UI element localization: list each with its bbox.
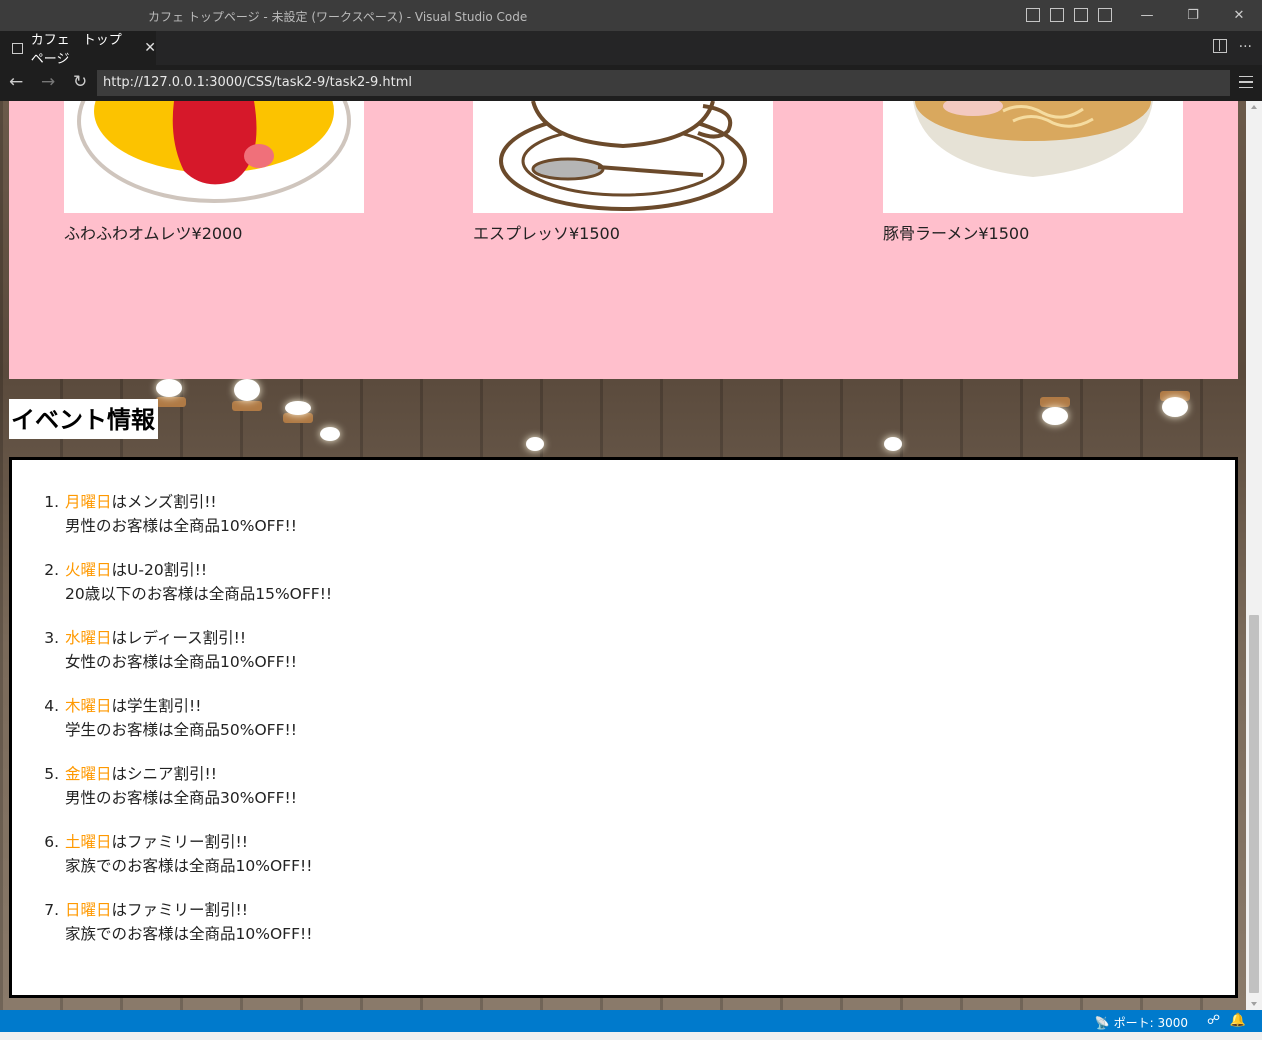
menu-item-ramen: 豚骨ラーメン¥1500 bbox=[883, 101, 1183, 244]
event-title: はファミリー割引!! bbox=[111, 901, 248, 919]
event-title: はU-20割引!! bbox=[111, 561, 208, 579]
broadcast-icon: 📡 bbox=[1094, 1016, 1114, 1030]
scroll-down-icon[interactable] bbox=[1251, 1002, 1257, 1006]
restore-icon[interactable]: ❐ bbox=[1170, 0, 1216, 31]
list-item: 6. 土曜日はファミリー割引!! 家族でのお客様は全商品10%OFF!! bbox=[38, 830, 1235, 878]
menu-panel: ふわふわオムレツ¥2000 エスプレッソ¥1500 豚骨ラーメン¥1500 bbox=[9, 101, 1238, 379]
toggle-panel-icon[interactable] bbox=[1050, 8, 1064, 22]
menu-item-omelette: ふわふわオムレツ¥2000 bbox=[64, 101, 364, 244]
tab-bar: カフェ トップページ ✕ ··· bbox=[0, 31, 1262, 67]
toggle-secondary-sidebar-icon[interactable] bbox=[1074, 8, 1088, 22]
lamp-decoration bbox=[320, 427, 340, 441]
list-item: 5. 金曜日はシニア割引!! 男性のお客様は全商品30%OFF!! bbox=[38, 762, 1235, 810]
feedback-icon[interactable]: ☍ bbox=[1207, 1013, 1220, 1028]
lamp-decoration bbox=[234, 379, 260, 401]
event-list-box: 1. 月曜日はメンズ割引!! 男性のお客様は全商品10%OFF!! 2. 火曜日は… bbox=[9, 457, 1238, 998]
status-bar: 📡 ポート: 3000 ☍ 🔔 bbox=[0, 1010, 1262, 1032]
event-day: 火曜日 bbox=[65, 561, 112, 579]
event-day: 水曜日 bbox=[65, 629, 112, 647]
page-scrollbar[interactable] bbox=[1246, 101, 1262, 1010]
menu-item-espresso: エスプレッソ¥1500 bbox=[473, 101, 773, 244]
list-number: 3. bbox=[44, 629, 59, 647]
scroll-thumb[interactable] bbox=[1249, 615, 1259, 993]
event-day: 日曜日 bbox=[65, 901, 112, 919]
layout-controls bbox=[1026, 8, 1112, 22]
event-list: 1. 月曜日はメンズ割引!! 男性のお客様は全商品10%OFF!! 2. 火曜日は… bbox=[12, 490, 1235, 946]
event-day: 土曜日 bbox=[65, 833, 112, 851]
editor-actions: ··· bbox=[1212, 39, 1252, 55]
event-detail: 学生のお客様は全商品50%OFF!! bbox=[65, 721, 297, 739]
list-item: 4. 木曜日は学生割引!! 学生のお客様は全商品50%OFF!! bbox=[38, 694, 1235, 742]
tab-cafe-top[interactable]: カフェ トップページ ✕ bbox=[0, 31, 156, 67]
event-title: は学生割引!! bbox=[111, 697, 202, 715]
lamp-decoration bbox=[1042, 407, 1068, 425]
list-number: 2. bbox=[44, 561, 59, 579]
list-number: 1. bbox=[44, 493, 59, 511]
close-window-icon[interactable]: ✕ bbox=[1216, 0, 1262, 31]
url-input[interactable]: http://127.0.0.1:3000/CSS/task2-9/task2-… bbox=[97, 70, 1230, 96]
menu-item-caption: ふわふわオムレツ¥2000 bbox=[64, 224, 243, 243]
notification-bell-icon[interactable]: 🔔 bbox=[1230, 1013, 1246, 1028]
port-indicator[interactable]: 📡 ポート: 3000 bbox=[1095, 1014, 1188, 1031]
lamp-decoration bbox=[1162, 397, 1188, 417]
taskbar-strip bbox=[0, 1032, 1262, 1040]
list-item: 1. 月曜日はメンズ割引!! 男性のお客様は全商品10%OFF!! bbox=[38, 490, 1235, 538]
toggle-sidebar-icon[interactable] bbox=[1026, 8, 1040, 22]
list-number: 6. bbox=[44, 833, 59, 851]
omelette-image bbox=[64, 101, 364, 213]
list-item: 2. 火曜日はU-20割引!! 20歳以下のお客様は全商品15%OFF!! bbox=[38, 558, 1235, 606]
tab-label: カフェ トップページ bbox=[30, 33, 122, 67]
title-bar: カフェ トップページ - 未設定 (ワークスペース) - Visual Stud… bbox=[0, 0, 1262, 31]
page-viewport: ふわふわオムレツ¥2000 エスプレッソ¥1500 豚骨ラーメン¥1500 イベ… bbox=[0, 101, 1262, 1010]
event-heading: イベント情報 bbox=[9, 399, 158, 439]
event-title: はメンズ割引!! bbox=[111, 493, 217, 511]
window-title: カフェ トップページ - 未設定 (ワークスペース) - Visual Stud… bbox=[148, 10, 528, 24]
event-title: はレディース割引!! bbox=[111, 629, 247, 647]
lamp-decoration bbox=[156, 397, 186, 407]
reload-icon[interactable]: ↻ bbox=[73, 72, 87, 92]
list-number: 4. bbox=[44, 697, 59, 715]
more-actions-icon[interactable]: ··· bbox=[1239, 39, 1252, 55]
back-icon[interactable]: ← bbox=[9, 72, 23, 92]
minimize-icon[interactable]: — bbox=[1124, 0, 1170, 31]
event-day: 金曜日 bbox=[65, 765, 112, 783]
lamp-decoration bbox=[285, 401, 311, 415]
event-detail: 家族でのお客様は全商品10%OFF!! bbox=[65, 925, 313, 943]
ramen-image bbox=[883, 101, 1183, 213]
event-detail: 家族でのお客様は全商品10%OFF!! bbox=[65, 857, 313, 875]
port-label: ポート: 3000 bbox=[1113, 1016, 1188, 1030]
event-title: はファミリー割引!! bbox=[111, 833, 248, 851]
menu-item-caption: 豚骨ラーメン¥1500 bbox=[883, 224, 1030, 243]
forward-icon[interactable]: → bbox=[41, 72, 55, 92]
list-item: 3. 水曜日はレディース割引!! 女性のお客様は全商品10%OFF!! bbox=[38, 626, 1235, 674]
event-day: 月曜日 bbox=[65, 493, 112, 511]
lamp-decoration bbox=[156, 379, 182, 397]
window-controls: — ❐ ✕ bbox=[1124, 0, 1262, 31]
menu-item-caption: エスプレッソ¥1500 bbox=[473, 224, 620, 243]
event-detail: 男性のお客様は全商品10%OFF!! bbox=[65, 517, 297, 535]
event-detail: 女性のお客様は全商品10%OFF!! bbox=[65, 653, 297, 671]
event-title: はシニア割引!! bbox=[111, 765, 217, 783]
list-number: 5. bbox=[44, 765, 59, 783]
split-editor-icon[interactable] bbox=[1212, 39, 1227, 53]
event-detail: 男性のお客様は全商品30%OFF!! bbox=[65, 789, 297, 807]
list-number: 7. bbox=[44, 901, 59, 919]
customize-layout-icon[interactable] bbox=[1098, 8, 1112, 22]
espresso-image bbox=[473, 101, 773, 213]
menu-icon[interactable] bbox=[1239, 76, 1253, 88]
preview-icon bbox=[12, 42, 23, 54]
event-day: 木曜日 bbox=[65, 697, 112, 715]
browser-nav-bar: ← → ↻ http://127.0.0.1:3000/CSS/task2-9/… bbox=[0, 65, 1262, 101]
lamp-decoration bbox=[884, 437, 902, 451]
lamp-decoration bbox=[1040, 397, 1070, 407]
scroll-up-icon[interactable] bbox=[1251, 105, 1257, 109]
list-item: 7. 日曜日はファミリー割引!! 家族でのお客様は全商品10%OFF!! bbox=[38, 898, 1235, 946]
lamp-decoration bbox=[232, 401, 262, 411]
lamp-decoration bbox=[526, 437, 544, 451]
tab-close-icon[interactable]: ✕ bbox=[144, 40, 156, 56]
event-detail: 20歳以下のお客様は全商品15%OFF!! bbox=[65, 585, 333, 603]
